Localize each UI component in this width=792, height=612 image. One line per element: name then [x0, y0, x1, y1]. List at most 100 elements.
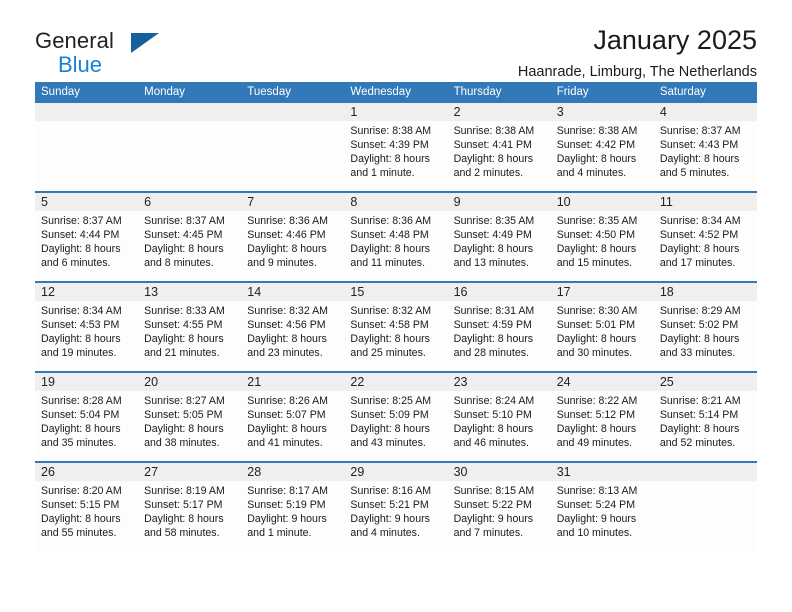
- day-cell[interactable]: Sunrise: 8:37 AM Sunset: 4:43 PM Daylight:…: [654, 121, 757, 191]
- day-cell[interactable]: Sunrise: 8:33 AM Sunset: 4:55 PM Daylight:…: [138, 301, 241, 371]
- daylight-text: Daylight: 9 hours: [556, 513, 637, 525]
- sunrise-text: Sunrise: 8:38 AM: [453, 125, 535, 137]
- day-cell[interactable]: Sunrise: 8:17 AM Sunset: 5:19 PM Daylight:…: [241, 481, 344, 551]
- day-cell[interactable]: Sunrise: 8:38 AM Sunset: 4:42 PM Daylight:…: [551, 121, 654, 191]
- daylight-text: Daylight: 9 hours: [453, 513, 534, 525]
- day-number[interactable]: 10: [551, 193, 654, 211]
- day-cell[interactable]: Sunrise: 8:35 AM Sunset: 4:50 PM Daylight:…: [551, 211, 654, 281]
- day-number[interactable]: 22: [344, 373, 447, 391]
- day-number[interactable]: 29: [344, 463, 447, 481]
- day-cell[interactable]: Sunrise: 8:36 AM Sunset: 4:46 PM Daylight:…: [241, 211, 344, 281]
- day-cell[interactable]: Sunrise: 8:28 AM Sunset: 5:04 PM Daylight:…: [35, 391, 138, 461]
- day-number[interactable]: 28: [241, 463, 344, 481]
- weekday-header-saturday: Saturday: [659, 86, 706, 98]
- day-number[interactable]: 26: [35, 463, 138, 481]
- day-cell[interactable]: Sunrise: 8:13 AM Sunset: 5:24 PM Daylight:…: [551, 481, 654, 551]
- day-number[interactable]: 30: [448, 463, 551, 481]
- daylight-text: Daylight: 8 hours: [247, 423, 327, 435]
- day-number[interactable]: 4: [654, 103, 757, 121]
- day-cell[interactable]: Sunrise: 8:32 AM Sunset: 4:58 PM Daylight:…: [344, 301, 447, 371]
- daylight-text: Daylight: 8 hours: [41, 423, 121, 435]
- day-number[interactable]: 19: [35, 373, 138, 391]
- sunrise-text: Sunrise: 8:35 AM: [556, 215, 638, 227]
- sunset-text: Sunset: 5:07 PM: [247, 409, 326, 421]
- daylight-text: Daylight: 8 hours: [659, 333, 740, 345]
- day-cell[interactable]: Sunrise: 8:38 AM Sunset: 4:41 PM Daylight:…: [448, 121, 551, 191]
- daylight-text-cont: and 15 minutes.: [556, 257, 633, 269]
- day-cell[interactable]: Sunrise: 8:31 AM Sunset: 4:59 PM Daylight:…: [448, 301, 551, 371]
- sunrise-text: Sunrise: 8:34 AM: [41, 305, 122, 317]
- day-number[interactable]: 21: [241, 373, 344, 391]
- day-number[interactable]: 27: [138, 463, 241, 481]
- sunset-text: Sunset: 4:39 PM: [350, 139, 429, 151]
- day-number[interactable]: 17: [551, 283, 654, 301]
- daylight-text-cont: and 4 minutes.: [556, 167, 627, 179]
- sunset-text: Sunset: 5:01 PM: [556, 319, 636, 331]
- day-number[interactable]: 14: [241, 283, 344, 301]
- day-cell[interactable]: Sunrise: 8:19 AM Sunset: 5:17 PM Daylight:…: [138, 481, 241, 551]
- day-number[interactable]: 9: [448, 193, 551, 211]
- page-header: General Blue January 2025 Haanrade, Limb…: [35, 0, 757, 79]
- day-number[interactable]: 24: [551, 373, 654, 391]
- day-cell[interactable]: Sunrise: 8:27 AM Sunset: 5:05 PM Daylight:…: [138, 391, 241, 461]
- day-number[interactable]: 3: [551, 103, 654, 121]
- day-cell[interactable]: Sunrise: 8:21 AM Sunset: 5:14 PM Daylight:…: [654, 391, 757, 461]
- sunset-text: Sunset: 4:48 PM: [350, 229, 429, 241]
- day-number[interactable]: 1: [344, 103, 447, 121]
- day-cell[interactable]: Sunrise: 8:36 AM Sunset: 4:48 PM Daylight:…: [344, 211, 447, 281]
- day-cell[interactable]: Sunrise: 8:16 AM Sunset: 5:21 PM Daylight:…: [344, 481, 447, 551]
- weekday-header-tuesday: Tuesday: [247, 86, 291, 98]
- day-number[interactable]: 13: [138, 283, 241, 301]
- day-number[interactable]: 8: [344, 193, 447, 211]
- sunset-text: Sunset: 5:15 PM: [41, 499, 120, 511]
- daylight-text-cont: and 4 minutes.: [350, 527, 420, 539]
- day-number[interactable]: 5: [35, 193, 138, 211]
- day-number[interactable]: 15: [344, 283, 447, 301]
- day-cell-empty: [35, 121, 139, 191]
- day-number[interactable]: 23: [448, 373, 551, 391]
- day-cell[interactable]: Sunrise: 8:20 AM Sunset: 5:15 PM Daylight:…: [35, 481, 138, 551]
- day-number[interactable]: 16: [448, 283, 551, 301]
- day-cell[interactable]: Sunrise: 8:38 AM Sunset: 4:39 PM Daylight:…: [344, 121, 447, 191]
- daylight-text-cont: and 35 minutes.: [41, 437, 117, 449]
- day-number[interactable]: 18: [654, 283, 757, 301]
- day-number-empty: [654, 463, 757, 481]
- day-number[interactable]: 2: [448, 103, 551, 121]
- daylight-text: Daylight: 8 hours: [247, 333, 327, 345]
- day-number[interactable]: 25: [654, 373, 757, 391]
- sunset-text: Sunset: 5:12 PM: [556, 409, 636, 421]
- sunset-text: Sunset: 5:02 PM: [659, 319, 739, 331]
- day-number-empty: [35, 103, 138, 121]
- day-number[interactable]: 7: [241, 193, 344, 211]
- daylight-text: Daylight: 8 hours: [453, 333, 534, 345]
- day-cell[interactable]: Sunrise: 8:35 AM Sunset: 4:49 PM Daylight:…: [448, 211, 551, 281]
- day-cell[interactable]: Sunrise: 8:37 AM Sunset: 4:45 PM Daylight:…: [138, 211, 241, 281]
- day-number[interactable]: 31: [551, 463, 654, 481]
- sunset-text: Sunset: 4:58 PM: [350, 319, 429, 331]
- day-cell[interactable]: Sunrise: 8:30 AM Sunset: 5:01 PM Daylight:…: [551, 301, 654, 371]
- day-cell[interactable]: Sunrise: 8:24 AM Sunset: 5:10 PM Daylight:…: [448, 391, 551, 461]
- day-number[interactable]: 20: [138, 373, 241, 391]
- sunrise-text: Sunrise: 8:28 AM: [41, 395, 122, 407]
- day-cell[interactable]: Sunrise: 8:34 AM Sunset: 4:52 PM Daylight:…: [654, 211, 757, 281]
- day-cell[interactable]: Sunrise: 8:26 AM Sunset: 5:07 PM Daylight:…: [241, 391, 344, 461]
- day-cell[interactable]: Sunrise: 8:37 AM Sunset: 4:44 PM Daylight:…: [35, 211, 138, 281]
- day-number[interactable]: 12: [35, 283, 138, 301]
- sunrise-text: Sunrise: 8:36 AM: [350, 215, 432, 227]
- daylight-text-cont: and 2 minutes.: [453, 167, 524, 179]
- day-cell[interactable]: Sunrise: 8:25 AM Sunset: 5:09 PM Daylight:…: [344, 391, 447, 461]
- sunset-text: Sunset: 5:24 PM: [556, 499, 636, 511]
- day-cell[interactable]: Sunrise: 8:32 AM Sunset: 4:56 PM Daylight:…: [241, 301, 344, 371]
- calendar-grid: Sunday Monday Tuesday Wednesday Thursday Frid…: [35, 82, 757, 551]
- day-cell[interactable]: Sunrise: 8:29 AM Sunset: 5:02 PM Daylight:…: [654, 301, 757, 371]
- day-number[interactable]: 11: [654, 193, 757, 211]
- day-cell[interactable]: Sunrise: 8:15 AM Sunset: 5:22 PM Daylight:…: [448, 481, 551, 551]
- brand-logo[interactable]: General Blue: [35, 26, 165, 86]
- day-cell-empty: [138, 121, 242, 191]
- sunset-text: Sunset: 5:14 PM: [659, 409, 739, 421]
- day-number[interactable]: 6: [138, 193, 241, 211]
- day-cell[interactable]: Sunrise: 8:22 AM Sunset: 5:12 PM Daylight:…: [551, 391, 654, 461]
- day-cell[interactable]: Sunrise: 8:34 AM Sunset: 4:53 PM Daylight:…: [35, 301, 138, 371]
- daylight-text: Daylight: 8 hours: [556, 423, 637, 435]
- sunset-text: Sunset: 5:05 PM: [144, 409, 223, 421]
